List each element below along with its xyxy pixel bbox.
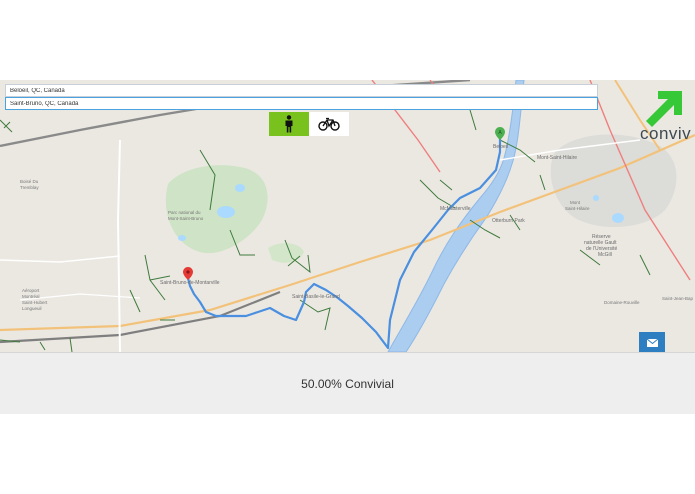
bicycle-icon bbox=[318, 117, 340, 131]
lake bbox=[178, 235, 186, 241]
map-label: Saint-Jean-Bap bbox=[662, 296, 694, 301]
arrow-up-right-icon bbox=[646, 91, 682, 127]
lake bbox=[593, 195, 599, 201]
map-label: Mont bbox=[570, 200, 581, 205]
convivial-score: 50.00% Convivial bbox=[301, 377, 394, 391]
map-label: Domaine-Rouville bbox=[604, 300, 640, 305]
walk-mode-button[interactable] bbox=[269, 112, 309, 136]
park-area bbox=[268, 243, 304, 263]
lake bbox=[235, 184, 245, 192]
destination-input[interactable] bbox=[5, 97, 598, 110]
map-label: Longueuil bbox=[22, 306, 42, 311]
map-label: Otterburn Park bbox=[492, 218, 525, 224]
map-label: Aéroport bbox=[22, 288, 40, 293]
pedestrian-icon bbox=[285, 115, 293, 133]
map-label: McGill bbox=[598, 252, 612, 258]
map-label: Mont-Saint-Hilaire bbox=[537, 155, 577, 161]
local-road bbox=[0, 255, 121, 263]
map-label: Parc national du bbox=[168, 210, 201, 215]
map-label: Saint-Bruno-de-Montarville bbox=[160, 280, 220, 286]
origin-marker[interactable]: A bbox=[495, 127, 505, 140]
map-label: Beloeil bbox=[493, 144, 508, 150]
map-label: Montréal bbox=[22, 294, 40, 299]
lake bbox=[612, 213, 624, 223]
logo-text: conviv bbox=[640, 124, 692, 143]
map-label: Saint-Basile-le-Grand bbox=[292, 294, 340, 300]
bike-mode-button[interactable] bbox=[309, 112, 349, 136]
map-label: McMasterville bbox=[440, 206, 471, 212]
local-road bbox=[116, 139, 121, 352]
result-panel: 50.00% Convivial bbox=[0, 352, 695, 414]
lake bbox=[217, 206, 235, 218]
app: Boisé Du Tremblay Parc national du Mont-… bbox=[0, 80, 695, 414]
map-label: Tremblay bbox=[20, 185, 39, 190]
bike-paths bbox=[0, 109, 651, 352]
envelope-icon bbox=[646, 338, 658, 347]
map-label: Saint-Hubert bbox=[22, 300, 48, 305]
origin-input[interactable] bbox=[5, 84, 598, 97]
destination-marker[interactable] bbox=[183, 267, 193, 280]
river bbox=[387, 80, 525, 352]
share-email-button[interactable] bbox=[639, 332, 665, 353]
map-label: Mont-Saint-Bruno bbox=[168, 216, 204, 221]
map-label: Saint-Hilaire bbox=[565, 206, 590, 211]
map-label: Boisé Du bbox=[20, 179, 39, 184]
